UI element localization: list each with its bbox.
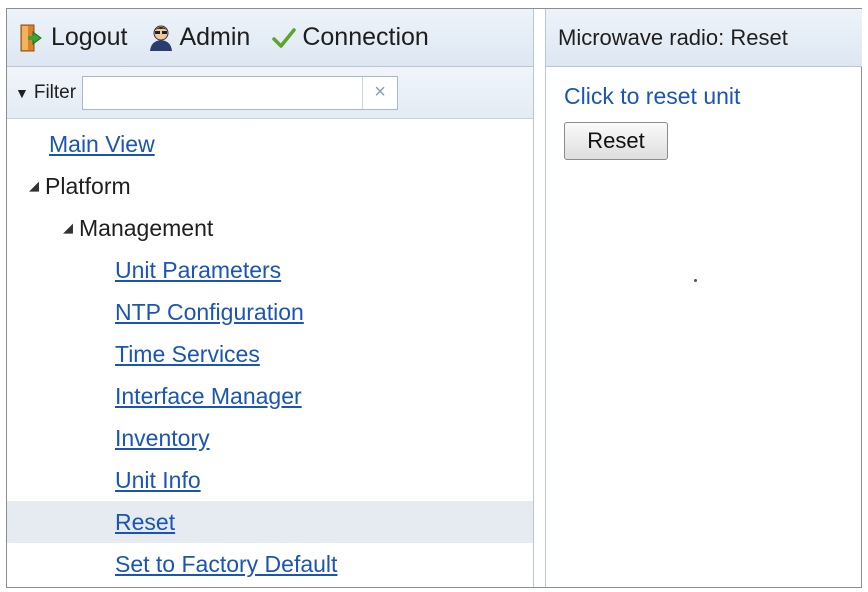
admin-label: Admin bbox=[179, 23, 251, 51]
tree-item-unit-info: Unit Info bbox=[7, 459, 533, 501]
admin-user-icon bbox=[150, 25, 173, 51]
content-body: Click to reset unit Reset bbox=[546, 67, 862, 176]
tree-item-interface-manager: Interface Manager bbox=[7, 375, 533, 417]
reset-link[interactable]: Reset bbox=[115, 509, 175, 536]
check-icon bbox=[272, 27, 297, 48]
admin-button[interactable]: Admin bbox=[149, 23, 250, 52]
content-panel: Microwave radio: Reset Click to reset un… bbox=[545, 9, 862, 587]
main-view-link[interactable]: Main View bbox=[49, 131, 155, 158]
logout-door-icon bbox=[20, 24, 42, 51]
tree-item-ntp-configuration: NTP Configuration bbox=[7, 291, 533, 333]
expand-arrow-icon[interactable]: ◢ bbox=[29, 178, 39, 194]
tree-item-set-to-factory-default: Set to Factory Default bbox=[7, 543, 533, 585]
navigation-tree: Main View ◢ Platform ◢ Management Unit P… bbox=[7, 119, 533, 585]
unit-info-link[interactable]: Unit Info bbox=[115, 467, 201, 494]
connection-status[interactable]: Connection bbox=[272, 23, 429, 52]
navigation-panel: Logout Admin Connection ▼ Filter × Main … bbox=[7, 9, 534, 587]
filter-box: × bbox=[82, 75, 399, 110]
set-to-factory-default-link[interactable]: Set to Factory Default bbox=[115, 551, 337, 578]
tree-node-platform[interactable]: ◢ Platform bbox=[7, 165, 533, 207]
filter-input[interactable] bbox=[83, 77, 363, 108]
ntp-configuration-link[interactable]: NTP Configuration bbox=[115, 299, 304, 326]
reset-caption: Click to reset unit bbox=[564, 83, 741, 109]
interface-manager-link[interactable]: Interface Manager bbox=[115, 383, 302, 410]
connection-label: Connection bbox=[302, 23, 429, 51]
top-toolbar: Logout Admin Connection bbox=[7, 9, 533, 67]
filter-toggle[interactable]: ▼ Filter bbox=[15, 82, 76, 104]
triangle-down-icon: ▼ bbox=[15, 84, 29, 101]
inventory-link[interactable]: Inventory bbox=[115, 425, 210, 452]
time-services-link[interactable]: Time Services bbox=[115, 341, 260, 368]
content-title: Microwave radio: Reset bbox=[546, 9, 862, 67]
logout-button[interactable]: Logout bbox=[19, 23, 127, 52]
filter-label: Filter bbox=[33, 81, 77, 103]
tree-item-inventory: Inventory bbox=[7, 417, 533, 459]
expand-arrow-icon[interactable]: ◢ bbox=[63, 220, 73, 236]
management-label: Management bbox=[79, 214, 214, 241]
app-window: Logout Admin Connection ▼ Filter × Main … bbox=[6, 8, 862, 588]
reset-button[interactable]: Reset bbox=[564, 122, 668, 160]
logout-label: Logout bbox=[51, 23, 128, 51]
clear-icon[interactable]: × bbox=[362, 76, 397, 109]
platform-label: Platform bbox=[45, 172, 131, 199]
tree-item-main-view: Main View bbox=[7, 123, 533, 165]
unit-parameters-link[interactable]: Unit Parameters bbox=[115, 257, 281, 284]
tree-item-reset: Reset bbox=[7, 501, 533, 543]
tree-item-unit-parameters: Unit Parameters bbox=[7, 249, 533, 291]
tree-node-management[interactable]: ◢ Management bbox=[7, 207, 533, 249]
tree-item-time-services: Time Services bbox=[7, 333, 533, 375]
dot-artifact bbox=[694, 279, 697, 282]
filter-bar: ▼ Filter × bbox=[7, 67, 533, 119]
